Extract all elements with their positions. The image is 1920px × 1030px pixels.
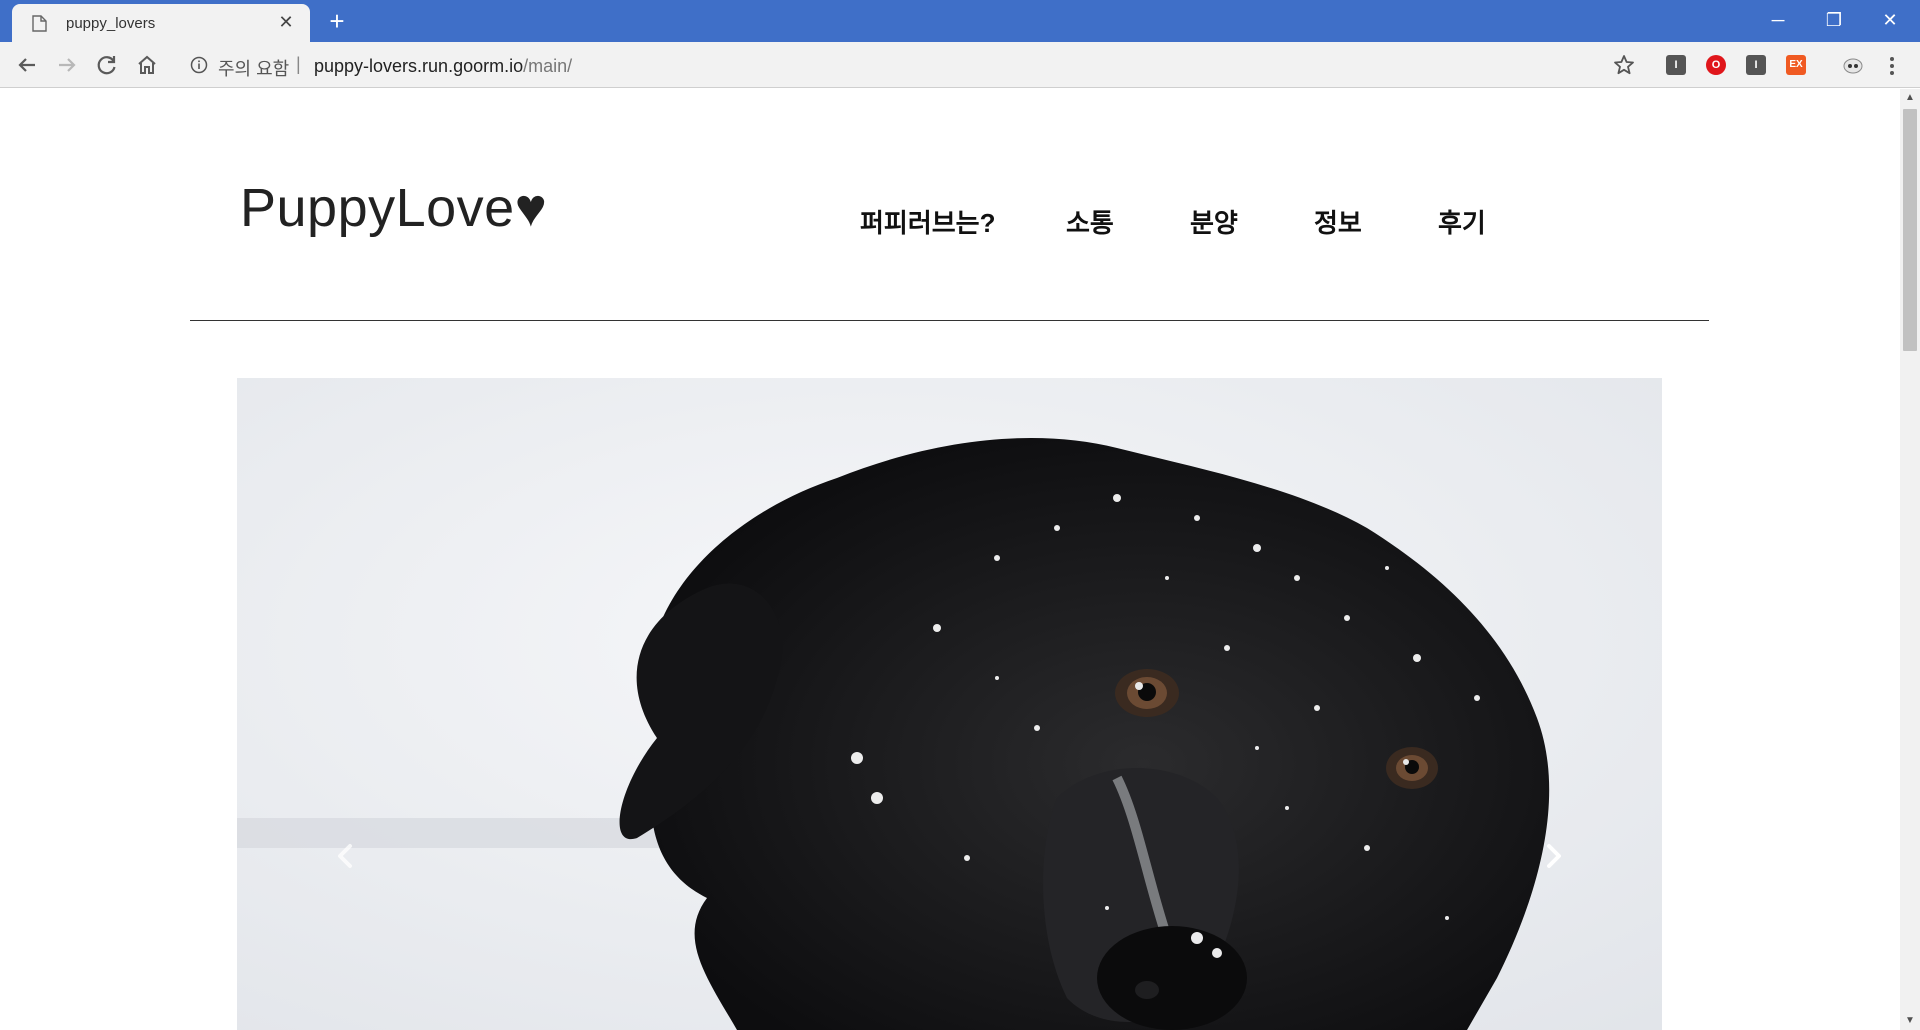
restore-button[interactable]: ❐ bbox=[1814, 6, 1854, 34]
close-window-button[interactable]: ✕ bbox=[1870, 6, 1910, 34]
profile-avatar-icon[interactable] bbox=[1842, 57, 1864, 75]
tab-title: puppy_lovers bbox=[66, 15, 156, 32]
page-icon bbox=[32, 15, 47, 32]
security-warning: 주의 요함 bbox=[218, 59, 290, 79]
scroll-up-arrow[interactable]: ▲ bbox=[1900, 89, 1920, 107]
extension-label: I bbox=[1674, 59, 1678, 71]
extension-label: I bbox=[1754, 59, 1758, 71]
extension-ex[interactable]: EX bbox=[1786, 55, 1806, 75]
home-button[interactable] bbox=[133, 51, 161, 79]
site-logo[interactable]: PuppyLove♥ bbox=[240, 177, 547, 239]
image-carousel[interactable] bbox=[237, 378, 1662, 1030]
carousel-prev-button[interactable] bbox=[325, 836, 365, 876]
header-divider bbox=[190, 320, 1709, 321]
nav-item-reviews[interactable]: 후기 bbox=[1438, 203, 1486, 240]
arrow-right-icon bbox=[59, 58, 76, 72]
minimize-button[interactable]: ─ bbox=[1758, 6, 1798, 34]
carousel-next-button[interactable] bbox=[1534, 836, 1574, 876]
more-menu-icon[interactable] bbox=[1886, 55, 1898, 77]
extension-i-1[interactable]: I bbox=[1666, 55, 1686, 75]
extension-opera[interactable]: O bbox=[1706, 55, 1726, 75]
url-path: /main/ bbox=[523, 56, 573, 76]
address-separator: | bbox=[296, 54, 301, 74]
page-scrollbar[interactable]: ▲ ▼ bbox=[1900, 89, 1920, 1030]
scroll-down-arrow[interactable]: ▼ bbox=[1900, 1012, 1920, 1030]
address-bar[interactable]: 주의 요함 | puppy-lovers.run.goorm.io/main/ bbox=[178, 48, 1648, 82]
page-content: PuppyLove♥ 퍼피러브는? 소통 분양 정보 후기 bbox=[0, 89, 1900, 1030]
chevron-right-icon bbox=[1547, 844, 1561, 868]
browser-tab-active[interactable]: puppy_lovers ✕ bbox=[12, 4, 310, 42]
reload-icon bbox=[97, 56, 116, 75]
scroll-thumb[interactable] bbox=[1903, 109, 1917, 351]
back-button[interactable] bbox=[13, 51, 41, 79]
home-icon bbox=[138, 55, 156, 74]
browser-toolbar: 주의 요함 | puppy-lovers.run.goorm.io/main/ … bbox=[0, 42, 1920, 88]
url-text: puppy-lovers.run.goorm.io/main/ bbox=[314, 56, 572, 77]
info-icon[interactable] bbox=[190, 56, 208, 74]
url-host: puppy-lovers.run.goorm.io bbox=[314, 56, 524, 76]
extension-label: O bbox=[1711, 59, 1721, 71]
close-tab-icon[interactable]: ✕ bbox=[276, 12, 296, 32]
new-tab-button[interactable]: + bbox=[324, 8, 350, 35]
nav-item-community[interactable]: 소통 bbox=[1066, 203, 1114, 240]
chevron-left-icon bbox=[338, 844, 352, 868]
nav-item-about[interactable]: 퍼피러브는? bbox=[860, 203, 995, 240]
nav-item-info[interactable]: 정보 bbox=[1314, 203, 1362, 240]
arrow-left-icon bbox=[18, 58, 35, 72]
reload-button[interactable] bbox=[93, 51, 121, 79]
forward-button[interactable] bbox=[53, 51, 81, 79]
bookmark-star-icon[interactable] bbox=[1612, 53, 1636, 77]
carousel-image-black-dog bbox=[237, 378, 1662, 1030]
nav-item-adoption[interactable]: 분양 bbox=[1190, 203, 1238, 240]
tab-strip: puppy_lovers ✕ + ─ ❐ ✕ bbox=[0, 0, 1920, 42]
extension-i-2[interactable]: I bbox=[1746, 55, 1766, 75]
extension-label: EX bbox=[1789, 59, 1803, 70]
